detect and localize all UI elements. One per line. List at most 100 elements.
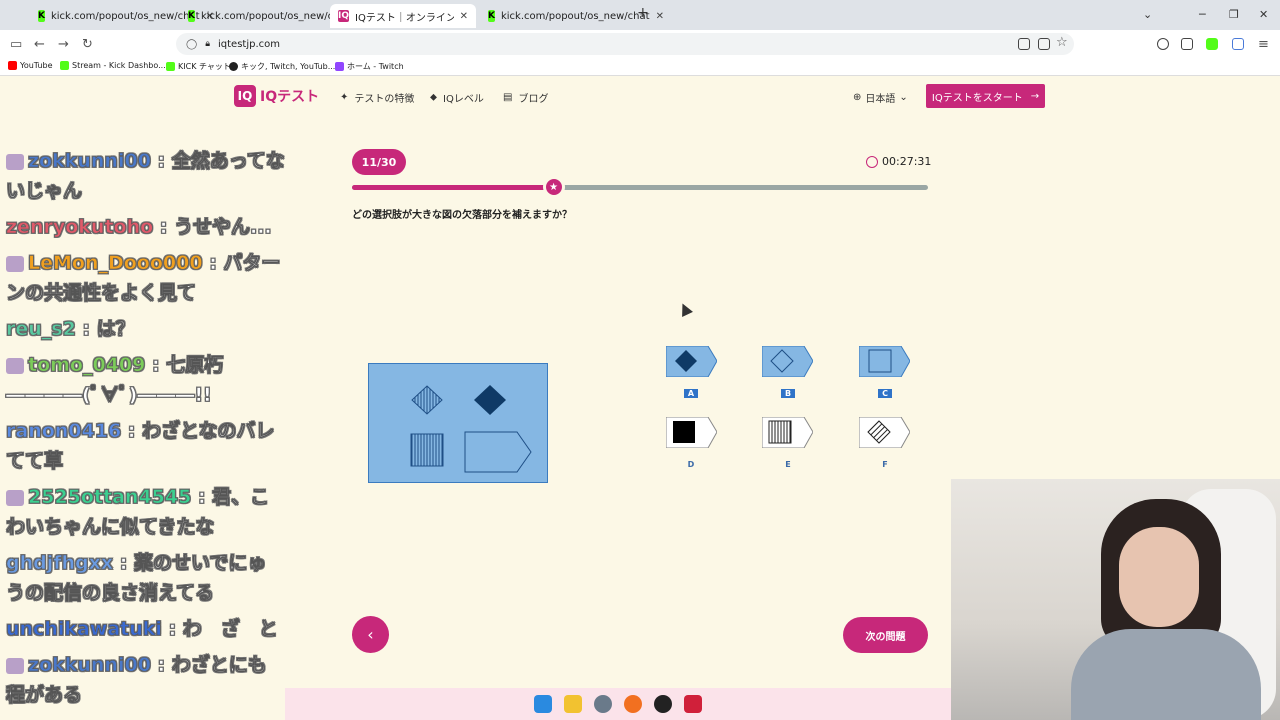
question-counter: 11/30 [352, 149, 406, 175]
subscriber-badge-icon [6, 357, 24, 374]
sidebar-icon[interactable]: ▭ [10, 37, 22, 52]
chat-username[interactable]: zenryokutoho [6, 216, 154, 239]
twitch-icon [335, 62, 344, 71]
bookmark-kick-chat[interactable]: KICK チャット [166, 61, 231, 72]
chat-username[interactable]: unchikawatuki [6, 618, 163, 641]
clock-icon [866, 155, 878, 168]
tab-title: kick.com/popout/os_new/chat [500, 10, 650, 22]
tab-title: kick.com/popout/os_new/chat [50, 10, 200, 22]
chat-message: zokkunni00 : 全然あってないじゃん [0, 146, 285, 206]
sparkle-icon: ✦ [340, 92, 349, 103]
browser-tab-4[interactable]: K kick.com/popout/os_new/chat ✕ [480, 4, 664, 28]
menu-icon[interactable]: ≡ [1258, 37, 1269, 52]
striped-square [410, 433, 444, 467]
new-tab-button[interactable]: + [637, 5, 649, 21]
kick-icon: K [38, 10, 45, 22]
chat-message: zokkunni00 : わざとにも程がある [0, 650, 285, 710]
language-select[interactable]: ⊕ 日本語 ⌄ [853, 90, 908, 105]
close-icon[interactable]: ✕ [656, 11, 664, 22]
tab-bar: K kick.com/popout/os_new/chat ✕ K kick.c… [0, 0, 1280, 30]
address-bar[interactable]: ◯ 🔒︎ iqtestjp.com [176, 33, 1074, 55]
site-logo[interactable]: IQ IQテスト [234, 85, 319, 107]
next-question-button[interactable]: 次の問題 [843, 617, 928, 653]
menu-blog[interactable]: ▤ ブログ [503, 90, 548, 105]
chat-text: は？ [96, 318, 135, 341]
webcam-feed [951, 479, 1280, 720]
previous-button[interactable]: ‹ [352, 616, 389, 653]
bookmark-kick-dashboard[interactable]: Stream - Kick Dashbo... [60, 61, 166, 70]
streamer-body [1071, 629, 1261, 720]
chat-separator: : [153, 216, 174, 239]
chat-message: LeMon_Dooo000 : パターンの共通性をよく見て [0, 248, 285, 308]
chat-message: zenryokutoho : うせやん... [0, 212, 285, 242]
subscriber-badge-icon [6, 489, 24, 506]
browser-tab-1[interactable]: K kick.com/popout/os_new/chat ✕ [30, 4, 214, 28]
account-icon[interactable] [1157, 38, 1169, 50]
close-window-icon[interactable]: ✕ [1259, 8, 1268, 21]
download-icon[interactable] [1018, 38, 1030, 50]
close-icon[interactable]: ✕ [460, 11, 468, 22]
tab-title: kick.com/popout/os_new/chat [200, 10, 350, 22]
url-text: iqtestjp.com [218, 38, 280, 50]
nav-bar: ▭ ← → ↻ ◯ 🔒︎ iqtestjp.com ☆ ≡ [0, 30, 1280, 58]
chat-username[interactable]: 2525ottan4545 [28, 486, 192, 509]
taskbar [285, 688, 951, 720]
chat-username[interactable]: ghdjfhgxx [6, 552, 114, 575]
reload-icon[interactable]: ↻ [82, 37, 93, 52]
menu-iq-level[interactable]: ⬥ IQレベル [430, 90, 484, 105]
chat-username[interactable]: LeMon_Dooo000 [28, 252, 203, 275]
option-e[interactable] [761, 416, 814, 449]
bookmark-youtube[interactable]: YouTube [8, 61, 53, 70]
question-text: どの選択肢が大きな図の欠落部分を補えますか？ [352, 210, 572, 221]
windows-start-icon[interactable] [534, 695, 552, 713]
bookmark-twitch[interactable]: ホーム - Twitch [335, 61, 404, 72]
option-c[interactable] [858, 345, 911, 378]
forward-icon[interactable]: → [58, 37, 69, 52]
logo-badge: IQ [234, 85, 256, 107]
obs-icon[interactable] [654, 695, 672, 713]
chat-username[interactable]: ranon0416 [6, 420, 122, 443]
kick-icon: K [188, 10, 195, 22]
chevron-down-icon[interactable]: ⌄ [1143, 8, 1152, 21]
firefox-icon[interactable] [624, 695, 642, 713]
chat-message: reu_s2 : は？ [0, 314, 285, 344]
puzzle-figure-drawing [410, 385, 532, 473]
restore-icon[interactable]: ❐ [1229, 8, 1239, 21]
chat-username[interactable]: zokkunni00 [28, 150, 152, 173]
pentagon-outline [464, 431, 532, 473]
globe-icon: ⊕ [853, 92, 862, 103]
option-b[interactable] [761, 345, 814, 378]
mouse-cursor [677, 301, 693, 317]
folder-icon[interactable] [564, 695, 582, 713]
browser-tab-3[interactable]: IQ IQテスト｜オンラインIQ診断・知能 ✕ [330, 4, 476, 28]
start-test-button[interactable]: IQテストをスタート → [926, 84, 1045, 108]
chat-username[interactable]: reu_s2 [6, 318, 76, 341]
timer: 00:27:31 [866, 155, 931, 168]
iq-icon: IQ [338, 10, 349, 22]
app-icon[interactable] [684, 695, 702, 713]
chat-username[interactable]: zokkunni00 [28, 654, 152, 677]
bookmark-kick-twitch[interactable]: キック, Twitch, YouTub... [229, 61, 335, 72]
extension-icon[interactable] [1232, 38, 1244, 50]
back-icon[interactable]: ← [34, 37, 45, 52]
bookmarks-bar: YouTube Stream - Kick Dashbo... KICK チャッ… [0, 58, 1280, 76]
menu-features[interactable]: ✦ テストの特徴 [340, 90, 414, 105]
translate-icon[interactable] [1038, 38, 1050, 50]
settings-icon[interactable] [594, 695, 612, 713]
kick-extension-icon[interactable] [1206, 38, 1218, 50]
chat-separator: : [191, 486, 213, 509]
minimize-icon[interactable]: ─ [1199, 8, 1206, 21]
logo-text: IQテスト [260, 89, 320, 105]
option-a-label: A [684, 389, 698, 398]
extensions-icon[interactable] [1181, 38, 1193, 50]
star-icon[interactable]: ☆ [1056, 35, 1068, 50]
subscriber-badge-icon [6, 657, 24, 674]
option-f[interactable] [858, 416, 911, 449]
option-d[interactable] [665, 416, 718, 449]
option-a[interactable] [665, 345, 718, 378]
chat-separator: : [150, 150, 172, 173]
timer-value: 00:27:31 [882, 155, 932, 168]
site-icon [229, 62, 238, 71]
chat-username[interactable]: tomo_0409 [28, 354, 146, 377]
browser-tab-2[interactable]: K kick.com/popout/os_new/chat ✕ [180, 4, 364, 28]
